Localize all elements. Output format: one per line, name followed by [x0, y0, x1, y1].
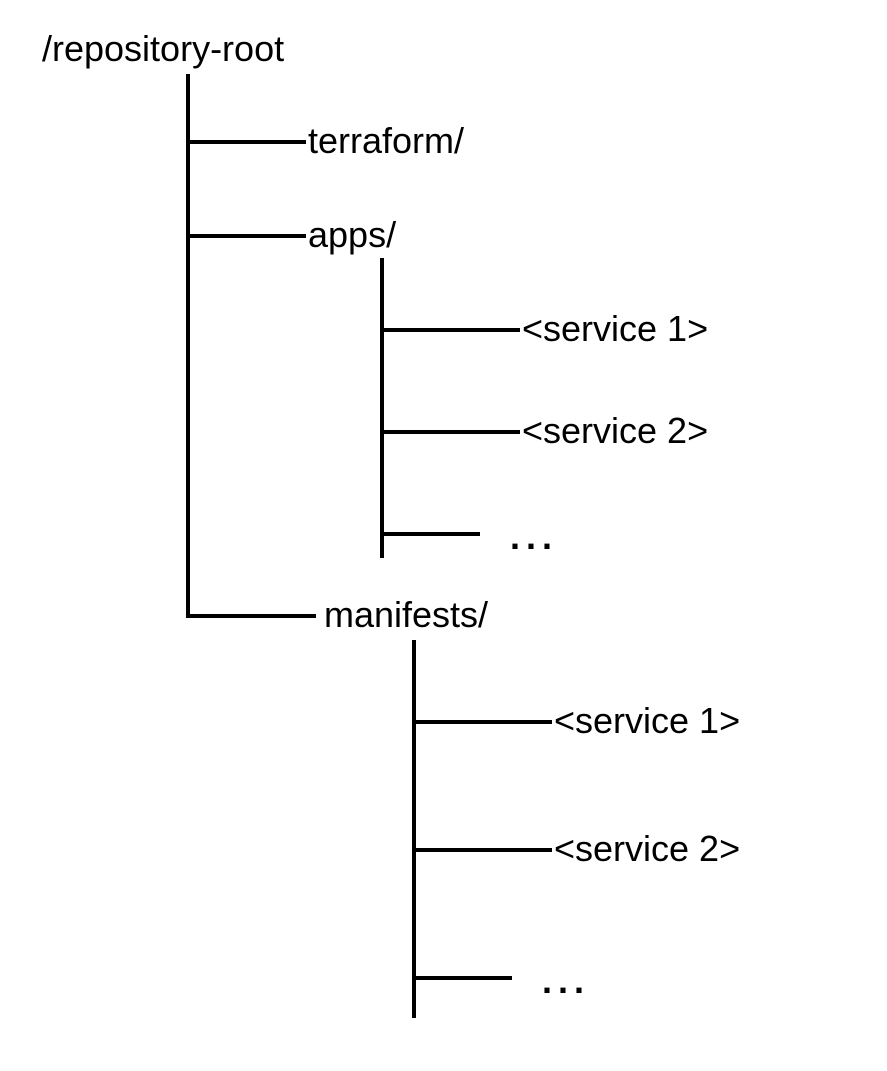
tree-connector [186, 140, 306, 144]
tree-node-manifests-ellipsis: ... [542, 960, 590, 1002]
tree-root: /repository-root [42, 28, 284, 70]
tree-node-manifests-service1: <service 1> [554, 700, 740, 742]
tree-connector [380, 532, 480, 536]
tree-connector [380, 430, 520, 434]
tree-node-manifests-service2: <service 2> [554, 828, 740, 870]
tree-node-apps-ellipsis: ... [510, 516, 558, 558]
tree-connector [186, 74, 190, 618]
tree-connector [186, 234, 306, 238]
tree-node-apps-service1: <service 1> [522, 308, 708, 350]
tree-connector [380, 328, 520, 332]
tree-connector [380, 258, 384, 558]
tree-connector [186, 614, 316, 618]
tree-connector [412, 640, 416, 1018]
tree-node-manifests: manifests/ [324, 594, 488, 636]
tree-node-apps-service2: <service 2> [522, 410, 708, 452]
tree-connector [412, 848, 552, 852]
tree-node-terraform: terraform/ [308, 120, 464, 162]
tree-connector [412, 720, 552, 724]
tree-connector [412, 976, 512, 980]
tree-node-apps: apps/ [308, 214, 396, 256]
